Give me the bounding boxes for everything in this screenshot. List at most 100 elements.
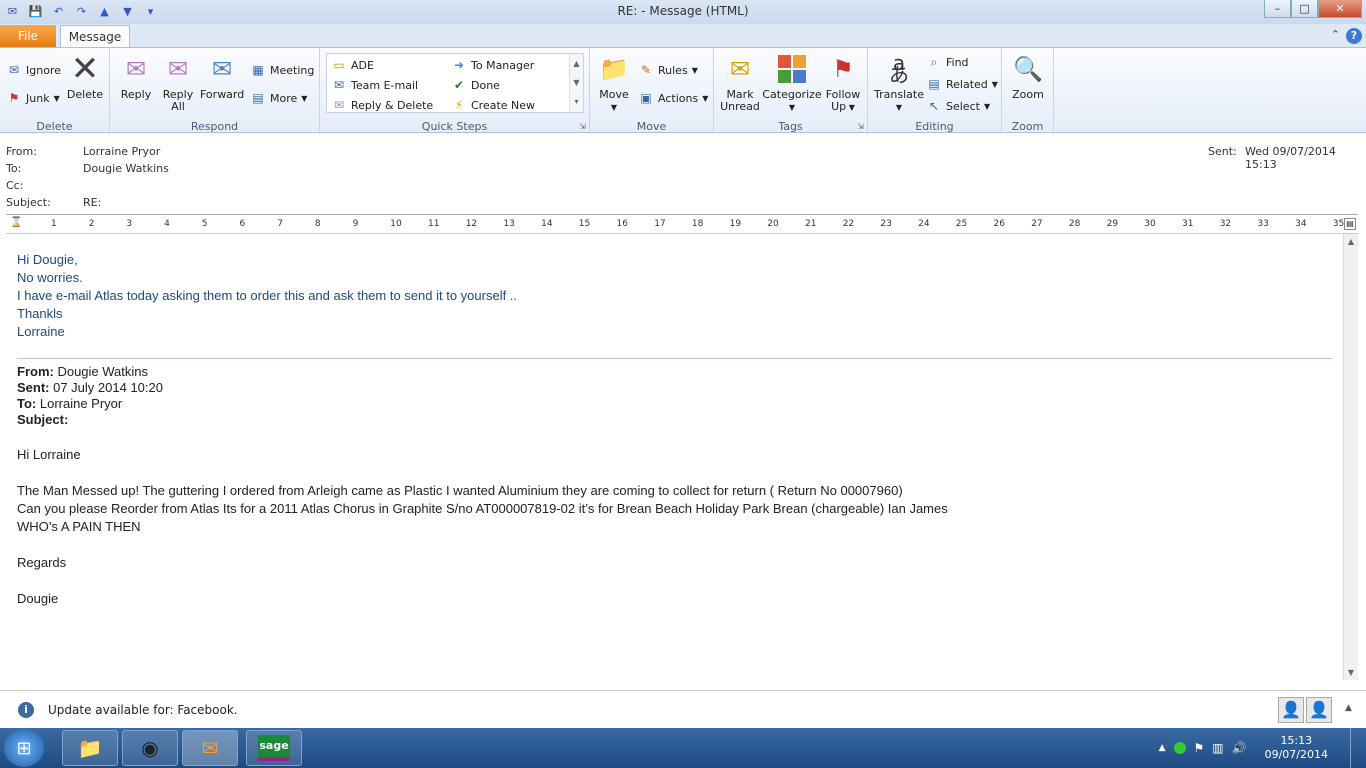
quickstep-to-manager[interactable]: ➜ To Manager bbox=[451, 57, 534, 73]
minimize-button[interactable]: – bbox=[1264, 0, 1291, 18]
vertical-scrollbar[interactable]: ▲ ▼ bbox=[1343, 234, 1358, 680]
expand-people-pane-icon[interactable]: ▲ bbox=[1345, 703, 1352, 713]
quick-steps-gallery: ▭ ADE ✉ Team E-mail ✉ Reply & Delete ➜ To Ma… bbox=[326, 53, 584, 113]
move-button[interactable]: 📁 Move ▼ bbox=[596, 53, 632, 114]
reply-button[interactable]: ✉ Reply bbox=[116, 53, 156, 101]
scroll-down-icon[interactable]: ▼ bbox=[1344, 665, 1358, 680]
ruler-tick: 24 bbox=[918, 219, 930, 229]
reply-all-button[interactable]: ✉ Reply All bbox=[158, 53, 198, 113]
move-group: 📁 Move ▼ ✎ Rules ▼ ▣ Actions ▼ Move bbox=[590, 48, 714, 134]
binoculars-icon: ⌕ bbox=[930, 54, 938, 69]
people-pane-bar: i Update available for: Facebook. 👤 👤 ▲ bbox=[0, 690, 1366, 728]
ruler[interactable]: ⌛ 1 2 3 4 5 6 7 8 9 10 11 12 13 14 15 16 17 18 19 20 21 22 23 2… bbox=[6, 214, 1358, 234]
more-button[interactable]: ▤ More ▼ bbox=[250, 90, 307, 106]
select-button[interactable]: ↖ Select ▼ bbox=[926, 98, 990, 114]
start-button[interactable]: ⊞ bbox=[4, 729, 44, 767]
chevron-down-icon: ▼ bbox=[301, 93, 308, 103]
show-hidden-icons-icon[interactable]: ▲ bbox=[1159, 743, 1166, 753]
scroll-up-icon[interactable]: ▲ bbox=[1344, 234, 1358, 249]
ruler-tick: 18 bbox=[691, 219, 704, 229]
ruler-tick: 33 bbox=[1257, 219, 1269, 229]
flag-icon: ⚑ bbox=[832, 55, 854, 83]
forward-button[interactable]: ✉ Forward bbox=[200, 53, 244, 101]
taskbar-sage[interactable]: sage bbox=[246, 730, 302, 766]
message-body[interactable]: Hi Dougie, No worries. I have e-mail Atl… bbox=[6, 234, 1343, 680]
quickstep-reply-delete[interactable]: ✉ Reply & Delete bbox=[331, 97, 433, 113]
to-value[interactable]: Dougie Watkins bbox=[83, 162, 169, 175]
dialog-launcher-icon[interactable]: ⇲ bbox=[579, 122, 586, 131]
scroll-down-icon[interactable]: ▼ bbox=[570, 73, 583, 92]
reply-line: Hi Dougie, bbox=[17, 252, 78, 267]
ruler-tick: 15 bbox=[578, 219, 591, 229]
ruler-tick: 16 bbox=[616, 219, 628, 229]
network-icon[interactable]: ▥ bbox=[1212, 741, 1223, 755]
delete-group-label: Delete bbox=[36, 120, 73, 133]
calendar-icon: ▦ bbox=[252, 63, 264, 77]
close-button[interactable]: ✕ bbox=[1318, 0, 1362, 18]
scroll-up-icon[interactable]: ▲ bbox=[570, 54, 583, 73]
quickstep-ade[interactable]: ▭ ADE bbox=[331, 57, 374, 73]
find-button[interactable]: ⌕ Find bbox=[926, 54, 969, 70]
to-manager-icon: ➜ bbox=[453, 58, 465, 72]
contact-avatar-icon[interactable]: 👤 bbox=[1306, 697, 1332, 723]
show-desktop-button[interactable] bbox=[1350, 728, 1360, 768]
ignore-button[interactable]: ✉ Ignore bbox=[6, 62, 61, 78]
volume-icon[interactable]: 🔊 bbox=[1232, 741, 1247, 755]
actions-button[interactable]: ▣ Actions ▼ bbox=[638, 90, 708, 106]
from-value[interactable]: Lorraine Pryor bbox=[83, 145, 160, 158]
update-message[interactable]: Update available for: Facebook. bbox=[48, 703, 238, 717]
expand-gallery-icon[interactable]: ▾ bbox=[570, 92, 583, 111]
ruler-tick: 27 bbox=[1031, 219, 1043, 229]
subject-value: RE: bbox=[83, 196, 102, 209]
quickstep-done[interactable]: ✔ Done bbox=[451, 77, 500, 93]
delete-button[interactable]: ✕ Delete bbox=[64, 52, 106, 101]
contact-avatar-icon[interactable]: 👤 bbox=[1278, 697, 1304, 723]
ruler-tick: 10 bbox=[390, 219, 402, 229]
zoom-button[interactable]: 🔍 Zoom bbox=[1006, 53, 1050, 101]
folder-move-icon: 📁 bbox=[599, 55, 629, 83]
ruler-tick: 8 bbox=[314, 219, 321, 229]
help-icon[interactable]: ? bbox=[1346, 28, 1362, 44]
magnifier-icon: 🔍 bbox=[1013, 55, 1043, 83]
maximize-button[interactable]: □ bbox=[1291, 0, 1318, 18]
more-icon: ▤ bbox=[252, 91, 264, 105]
tab-message[interactable]: Message bbox=[60, 25, 130, 48]
junk-button[interactable]: ⚑ Junk ▼ bbox=[6, 90, 60, 106]
taskbar-outlook[interactable]: ✉ bbox=[182, 730, 238, 766]
quickstep-team-email[interactable]: ✉ Team E-mail bbox=[331, 77, 418, 93]
lightning-icon: ⚡ bbox=[454, 98, 464, 112]
tab-file[interactable]: File bbox=[0, 25, 56, 48]
window-title: RE: - Message (HTML) bbox=[617, 4, 749, 18]
dialog-launcher-icon[interactable]: ⇲ bbox=[857, 122, 864, 131]
follow-up-button[interactable]: ⚑ Follow Up ▼ bbox=[822, 53, 864, 114]
ruler-tick: 19 bbox=[729, 219, 742, 229]
mark-unread-button[interactable]: ✉ Mark Unread bbox=[718, 53, 762, 113]
actions-icon: ▣ bbox=[640, 91, 652, 105]
quickstep-create-new[interactable]: ⚡ Create New bbox=[451, 97, 535, 113]
taskbar-chrome[interactable]: ◉ bbox=[122, 730, 178, 766]
ruler-toggle-icon[interactable]: ▤ bbox=[1344, 218, 1356, 230]
related-button[interactable]: ▤ Related ▼ bbox=[926, 76, 998, 92]
reply-icon: ✉ bbox=[125, 55, 147, 83]
message-header: From: Lorraine Pryor To: Dougie Watkins … bbox=[0, 134, 1366, 212]
meeting-button[interactable]: ▦ Meeting bbox=[250, 62, 314, 78]
chevron-down-icon: ▼ bbox=[788, 103, 796, 112]
taskbar-explorer[interactable]: 📁 bbox=[62, 730, 118, 766]
action-center-flag-icon[interactable]: ⚑ bbox=[1194, 741, 1205, 755]
ribbon: ✉ Ignore ⚑ Junk ▼ ✕ Delete Delete ✉ Reply ✉… bbox=[0, 47, 1366, 134]
quick-steps-scrollbar[interactable]: ▲ ▼ ▾ bbox=[569, 54, 583, 112]
ruler-tick: 20 bbox=[767, 219, 779, 229]
chevron-down-icon: ▼ bbox=[895, 103, 903, 112]
rules-button[interactable]: ✎ Rules ▼ bbox=[638, 62, 698, 78]
chevron-down-icon: ▼ bbox=[610, 103, 618, 112]
translate-button[interactable]: aあ Translate ▼ bbox=[872, 53, 926, 114]
clock[interactable]: 15:13 09/07/2014 bbox=[1265, 734, 1328, 762]
categorize-button[interactable]: Categorize ▼ bbox=[762, 53, 822, 114]
tab-stop-icon[interactable]: ⌛ bbox=[10, 217, 22, 228]
minimize-ribbon-icon[interactable]: ⌃ bbox=[1331, 28, 1340, 44]
windows-logo-icon: ⊞ bbox=[16, 737, 32, 759]
status-green-icon[interactable] bbox=[1173, 742, 1186, 754]
ignore-icon: ✉ bbox=[8, 63, 20, 77]
ruler-tick: 3 bbox=[126, 219, 133, 229]
from-label: From: bbox=[6, 145, 37, 158]
